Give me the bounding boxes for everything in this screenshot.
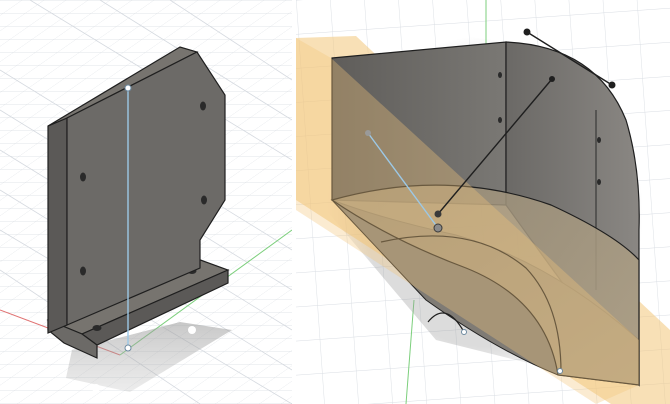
sketch-endpoint[interactable]: [124, 84, 132, 92]
plate-hole[interactable]: [201, 195, 207, 205]
manipulator-handle[interactable]: [608, 81, 616, 89]
manipulator-handle[interactable]: [549, 76, 555, 82]
face-hole[interactable]: [498, 72, 502, 78]
left-viewport[interactable]: [0, 0, 292, 404]
viewport-comparison: [0, 0, 670, 404]
shadow-hole: [92, 384, 100, 392]
face-hole[interactable]: [597, 179, 601, 185]
sketch-point[interactable]: [557, 368, 563, 374]
sketch-endpoint[interactable]: [433, 223, 443, 233]
plate-hole[interactable]: [200, 101, 206, 111]
sketch-point[interactable]: [461, 329, 467, 335]
sketch-endpoint[interactable]: [365, 130, 371, 136]
mounting-hole[interactable]: [92, 325, 102, 331]
sketch-endpoint[interactable]: [124, 344, 132, 352]
plate-hole[interactable]: [80, 172, 86, 182]
manipulator-handle[interactable]: [434, 210, 442, 218]
face-hole[interactable]: [498, 117, 502, 123]
right-viewport[interactable]: [296, 0, 670, 404]
manipulator-handle[interactable]: [523, 28, 531, 36]
shadow-hole: [188, 326, 196, 334]
plate-hole[interactable]: [80, 266, 86, 276]
right-viewport-canvas[interactable]: [296, 0, 670, 404]
left-viewport-canvas[interactable]: [0, 0, 292, 404]
face-hole[interactable]: [597, 137, 601, 143]
